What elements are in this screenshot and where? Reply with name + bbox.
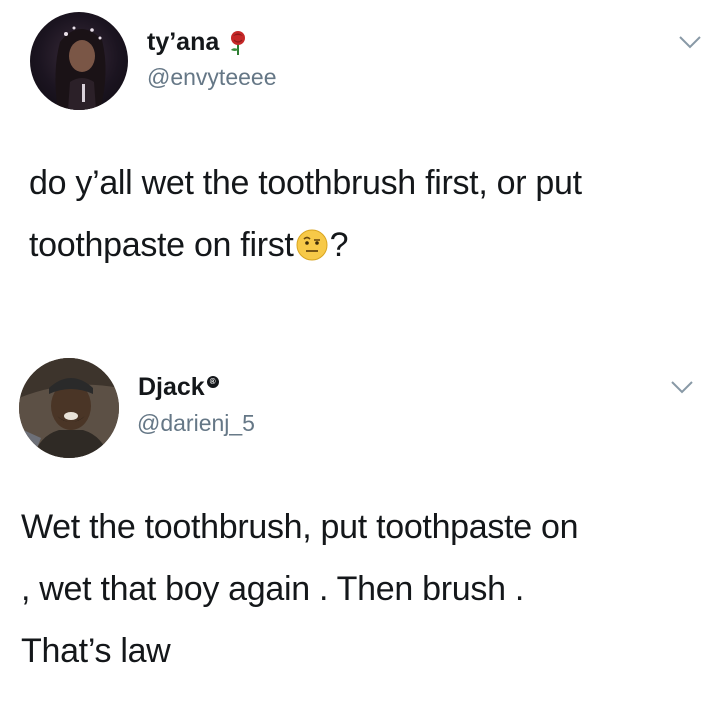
tweet-text-fragment: ?: [329, 226, 349, 264]
display-name[interactable]: ty’ana: [147, 28, 219, 57]
tweet-text: Wet the toothbrush, put toothpaste on , …: [21, 496, 711, 682]
display-name-row[interactable]: Djack ®: [138, 373, 219, 402]
tweet-text-line: do y’all wet the toothbrush first, or pu…: [29, 164, 582, 202]
registered-badge: ®: [206, 375, 219, 388]
avatar[interactable]: [30, 12, 128, 110]
avatar-portrait: [55, 26, 106, 110]
chevron-down-icon[interactable]: [678, 35, 702, 49]
avatar-portrait: [19, 358, 119, 458]
tweet-text-line: Wet the toothbrush, put toothpaste on: [21, 508, 579, 546]
user-handle[interactable]: @envyteeee: [147, 64, 277, 91]
rose-icon: [227, 30, 249, 56]
user-handle[interactable]: @darienj_5: [137, 410, 255, 437]
tweet-1: ty’ana @envyteeee do y’all wet the tooth…: [0, 0, 720, 330]
tweet-text: do y’all wet the toothbrush first, or pu…: [29, 152, 709, 276]
tweet-text-line: toothpaste on first ?: [29, 214, 709, 276]
chevron-down-icon[interactable]: [670, 380, 694, 394]
tweet-text-line: , wet that boy again . Then brush .: [21, 570, 524, 608]
display-name[interactable]: Djack: [138, 373, 205, 402]
avatar[interactable]: [19, 358, 119, 458]
tweet-text-fragment: toothpaste on first: [29, 226, 294, 264]
display-name-row[interactable]: ty’ana: [147, 28, 249, 57]
raised-eyebrow-face-icon: [296, 219, 328, 261]
tweet-text-line: That’s law: [21, 632, 171, 670]
